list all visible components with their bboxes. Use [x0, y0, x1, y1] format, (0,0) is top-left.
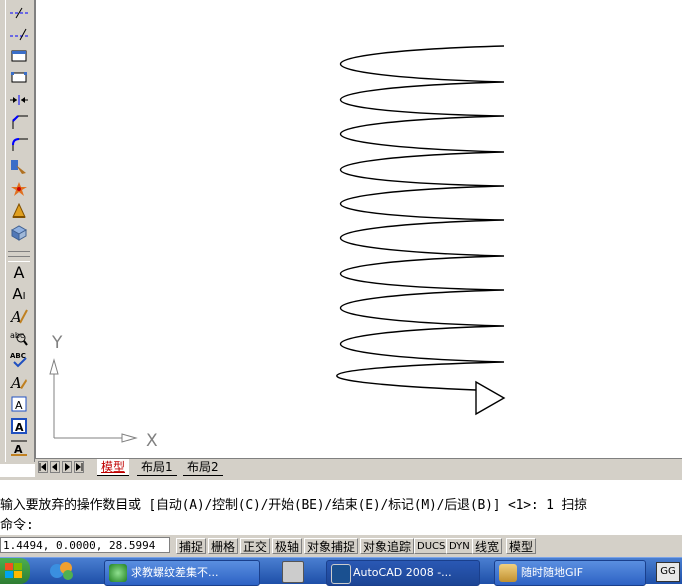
- osnap-toggle[interactable]: 对象捕捉: [304, 538, 359, 554]
- ray-icon[interactable]: [8, 24, 30, 44]
- ucs-y-label: Y: [51, 333, 63, 353]
- scale-icon[interactable]: [8, 157, 30, 177]
- browser-icon: [109, 564, 127, 582]
- text-edit-icon[interactable]: A: [8, 306, 30, 326]
- lineweight-toggle[interactable]: 线宽: [472, 538, 503, 554]
- block-icon[interactable]: [8, 223, 30, 243]
- command-history: 输入要放弃的操作数目或 [自动(A)/控制(C)/开始(BE)/结束(E)/标记…: [0, 498, 587, 513]
- justify-text-icon[interactable]: A: [8, 416, 30, 436]
- text-style-icon[interactable]: A: [8, 372, 30, 392]
- command-window[interactable]: 输入要放弃的操作数目或 [自动(A)/控制(C)/开始(BE)/结束(E)/标记…: [0, 477, 682, 535]
- ortho-toggle[interactable]: 正交: [240, 538, 271, 554]
- svg-text:A: A: [10, 374, 22, 391]
- scale-text-icon[interactable]: A: [8, 394, 30, 414]
- first-tab-button[interactable]: [38, 461, 48, 473]
- purge-icon[interactable]: [8, 201, 30, 221]
- tab-layout1[interactable]: 布局1: [137, 459, 177, 476]
- taskbar-item-autocad[interactable]: AutoCAD 2008 -...: [326, 560, 480, 586]
- otrack-toggle[interactable]: 对象追踪: [360, 538, 415, 554]
- taskbar-item-forum[interactable]: 求教螺纹差集不...: [104, 560, 260, 586]
- windows-logo-icon: [5, 563, 22, 578]
- tab-model[interactable]: 模型: [97, 459, 130, 476]
- folder-icon: [499, 564, 517, 582]
- snap-toggle[interactable]: 捕捉: [176, 538, 207, 554]
- ucs-icon: [49, 358, 138, 443]
- ducs-toggle[interactable]: DUCS: [414, 538, 449, 554]
- drawing-canvas[interactable]: Y X: [36, 0, 682, 460]
- explode-icon[interactable]: [8, 179, 30, 199]
- polygon-icon[interactable]: [8, 67, 30, 87]
- xline-icon[interactable]: [8, 3, 30, 23]
- draw-toolbar: A AI A abc ABC A A A A: [0, 0, 36, 464]
- command-prompt[interactable]: 命令:: [0, 514, 34, 533]
- svg-text:A: A: [15, 421, 24, 434]
- rectangle-icon[interactable]: [8, 46, 30, 66]
- prev-tab-button[interactable]: [50, 461, 60, 473]
- join-icon[interactable]: [8, 90, 30, 110]
- status-bar: 1.4494, 0.0000, 28.5994 捕捉 栅格 正交 极轴 对象捕捉…: [0, 534, 682, 557]
- windows-taskbar: 求教螺纹差集不... AutoCAD 2008 -... 随时随地GIF GG: [0, 557, 682, 586]
- convert-text-icon[interactable]: A: [8, 438, 30, 458]
- next-tab-button[interactable]: [62, 461, 72, 473]
- start-button[interactable]: [0, 558, 30, 584]
- svg-text:ABC: ABC: [10, 352, 26, 360]
- dtext-icon[interactable]: AI: [8, 284, 30, 304]
- ucs-x-label: X: [146, 431, 158, 451]
- calculator-icon[interactable]: [282, 561, 304, 583]
- dyn-toggle[interactable]: DYN: [446, 538, 473, 554]
- mtext-icon[interactable]: A: [8, 262, 30, 282]
- grid-toggle[interactable]: 栅格: [208, 538, 239, 554]
- last-tab-button[interactable]: [74, 461, 84, 473]
- taskbar-item-gif[interactable]: 随时随地GIF: [494, 560, 646, 586]
- coordinate-display[interactable]: 1.4494, 0.0000, 28.5994: [0, 537, 170, 553]
- polar-toggle[interactable]: 极轴: [272, 538, 303, 554]
- layout-tabs-bar: 模型 布局1 布局2: [35, 458, 682, 477]
- chamfer-icon[interactable]: [8, 112, 30, 132]
- tab-layout2[interactable]: 布局2: [183, 459, 223, 476]
- find-icon[interactable]: abc: [8, 327, 30, 347]
- spell-check-icon[interactable]: ABC: [8, 349, 30, 369]
- autocad-icon: [331, 564, 351, 584]
- svg-text:A: A: [15, 399, 23, 412]
- model-toggle[interactable]: 模型: [506, 538, 537, 554]
- tray-icon[interactable]: GG: [656, 562, 680, 582]
- fillet-icon[interactable]: [8, 134, 30, 154]
- helix-drawing[interactable]: [336, 45, 506, 416]
- quick-launch-icon[interactable]: [48, 560, 82, 582]
